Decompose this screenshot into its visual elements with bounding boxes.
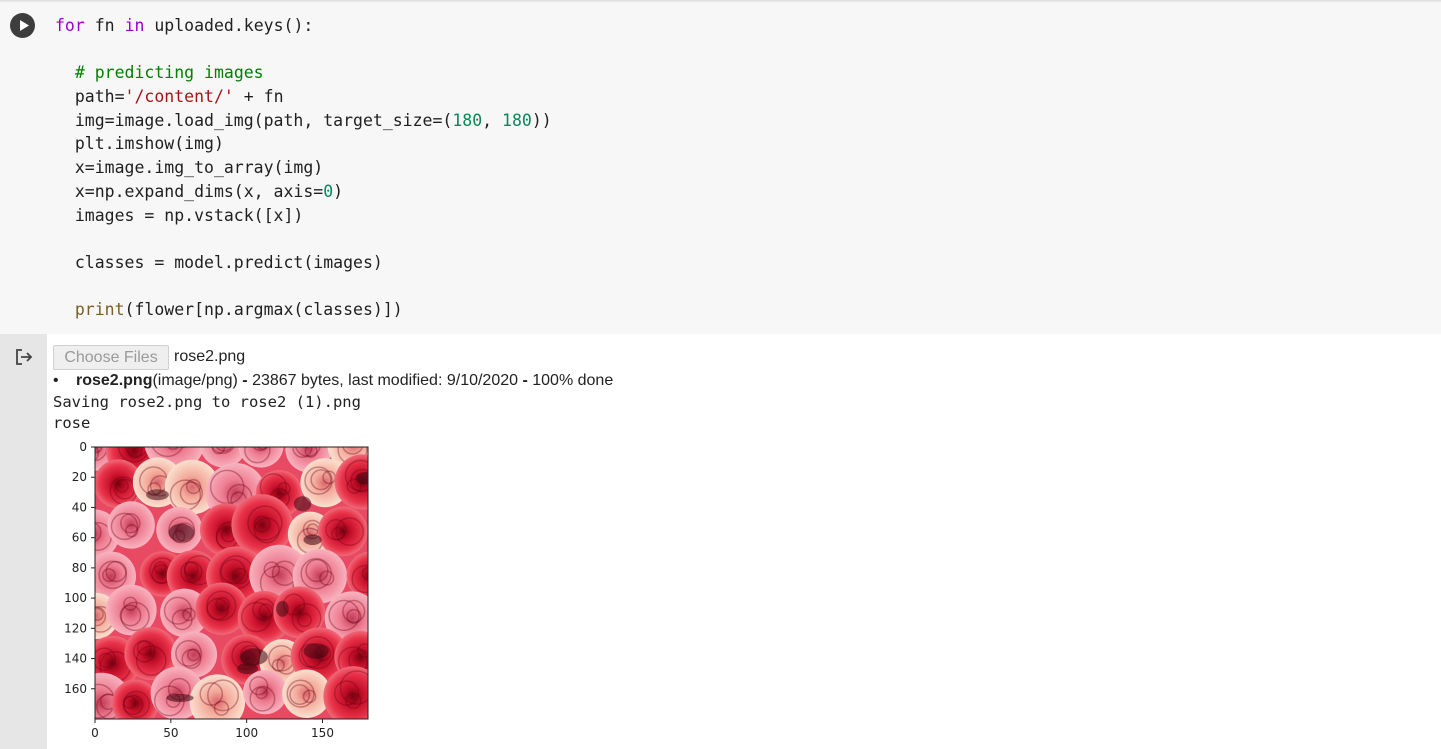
x-tick-label: 150 xyxy=(311,726,334,740)
leaf-shadow xyxy=(276,600,289,617)
code-token: + fn xyxy=(233,87,284,107)
code-token: plt.imshow(img) xyxy=(55,134,224,154)
code-token: x=np.expand_dims(x, axis= xyxy=(55,181,324,201)
run-cell-button[interactable] xyxy=(10,13,35,38)
code-token: print xyxy=(74,300,125,320)
output-gutter xyxy=(0,334,47,749)
code-token: )) xyxy=(531,110,552,130)
y-tick-label: 160 xyxy=(64,682,87,696)
rose-image xyxy=(95,447,368,719)
leaf-shadow xyxy=(237,663,259,675)
code-line: print(flower[np.argmax(classes)]) xyxy=(55,298,552,322)
code-token: # predicting images xyxy=(74,63,264,83)
y-tick-label: 40 xyxy=(72,500,87,514)
code-line: x=image.img_to_array(img) xyxy=(55,156,552,180)
code-token: images = np.vstack([x]) xyxy=(55,205,304,225)
leaf-shadow xyxy=(303,534,322,546)
leaf-shadow xyxy=(146,489,169,501)
code-token: uploaded.keys(): xyxy=(144,16,314,35)
upload-filename: rose2.png xyxy=(76,372,153,389)
list-bullet: • xyxy=(53,372,59,389)
leaf-shadow xyxy=(355,471,368,485)
chosen-file-name: rose2.png xyxy=(174,348,246,365)
code-token: path= xyxy=(55,87,125,107)
code-token: '/content/' xyxy=(124,87,234,107)
code-token: for xyxy=(55,16,85,35)
rose-bloom xyxy=(323,666,368,719)
code-cell[interactable]: for fn in uploaded.keys(): # predicting … xyxy=(0,3,1441,334)
code-token: img=image.load_img(path, target_size=( xyxy=(55,110,453,130)
code-line: path='/content/' + fn xyxy=(55,85,552,109)
choose-files-button[interactable]: Choose Files xyxy=(53,345,169,370)
code-token: in xyxy=(124,16,145,35)
rose-petal xyxy=(346,447,353,448)
separator: - xyxy=(518,372,533,389)
y-tick-label: 140 xyxy=(64,652,87,666)
separator: - xyxy=(237,372,253,389)
code-editor[interactable]: for fn in uploaded.keys(): # predicting … xyxy=(55,14,552,322)
y-tick-label: 0 xyxy=(79,440,87,454)
leaf-shadow xyxy=(293,496,312,512)
upload-status: • rose2.png(image/png) - 23867 bytes, las… xyxy=(53,372,613,390)
code-line: for fn in uploaded.keys(): xyxy=(55,14,552,38)
y-tick-label: 60 xyxy=(72,531,87,545)
y-tick-label: 80 xyxy=(72,561,87,575)
code-token: 180 xyxy=(452,110,483,130)
leaf-shadow xyxy=(168,523,194,542)
code-token: fn xyxy=(84,16,125,35)
y-axis: 0 20 40 60 80 100 120 140 160 xyxy=(64,440,95,696)
code-token: classes = model.predict(images) xyxy=(55,252,383,272)
code-line: plt.imshow(img) xyxy=(55,132,552,156)
y-tick-label: 120 xyxy=(64,621,87,635)
code-line: # predicting images xyxy=(55,61,552,85)
x-tick-label: 100 xyxy=(235,726,258,740)
leaf-shadow xyxy=(303,643,329,659)
rose-petal xyxy=(367,573,368,582)
code-token: 180 xyxy=(502,110,532,130)
x-tick-label: 50 xyxy=(163,726,178,740)
code-token: x=image.img_to_array(img) xyxy=(55,158,324,178)
code-token: 0 xyxy=(323,181,334,201)
code-line: x=np.expand_dims(x, axis=0) xyxy=(55,180,552,204)
code-line: img=image.load_img(path, target_size=(18… xyxy=(55,109,552,133)
rose-petal xyxy=(177,447,188,448)
y-tick-label: 20 xyxy=(72,470,87,484)
x-tick-label: 0 xyxy=(91,726,99,740)
code-line: classes = model.predict(images) xyxy=(55,251,552,275)
code-token: ) xyxy=(333,181,344,201)
play-icon xyxy=(20,20,29,31)
clear-output-icon[interactable] xyxy=(14,348,34,366)
leaf-shadow xyxy=(240,648,268,666)
leaf-shadow xyxy=(166,693,194,702)
y-tick-label: 100 xyxy=(64,591,87,605)
code-line: images = np.vstack([x]) xyxy=(55,204,552,228)
code-token: (flower[np.argmax(classes)]) xyxy=(124,300,403,320)
upload-size: 23867 bytes, last modified: 9/10/2020 xyxy=(252,372,519,389)
x-axis: 0 50 100 150 xyxy=(91,719,334,740)
upload-type: (image/png) xyxy=(152,372,238,389)
saving-message: Saving rose2.png to rose2 (1).png xyxy=(53,393,361,411)
output-area: Choose Files rose2.png • rose2.png(image/… xyxy=(47,334,1441,749)
image-plot: 0 20 40 60 80 100 120 140 160 0 50 100 150 xyxy=(64,440,369,740)
prediction-output: rose xyxy=(53,414,91,432)
code-token: , xyxy=(482,110,503,130)
upload-progress: 100% done xyxy=(532,372,614,389)
